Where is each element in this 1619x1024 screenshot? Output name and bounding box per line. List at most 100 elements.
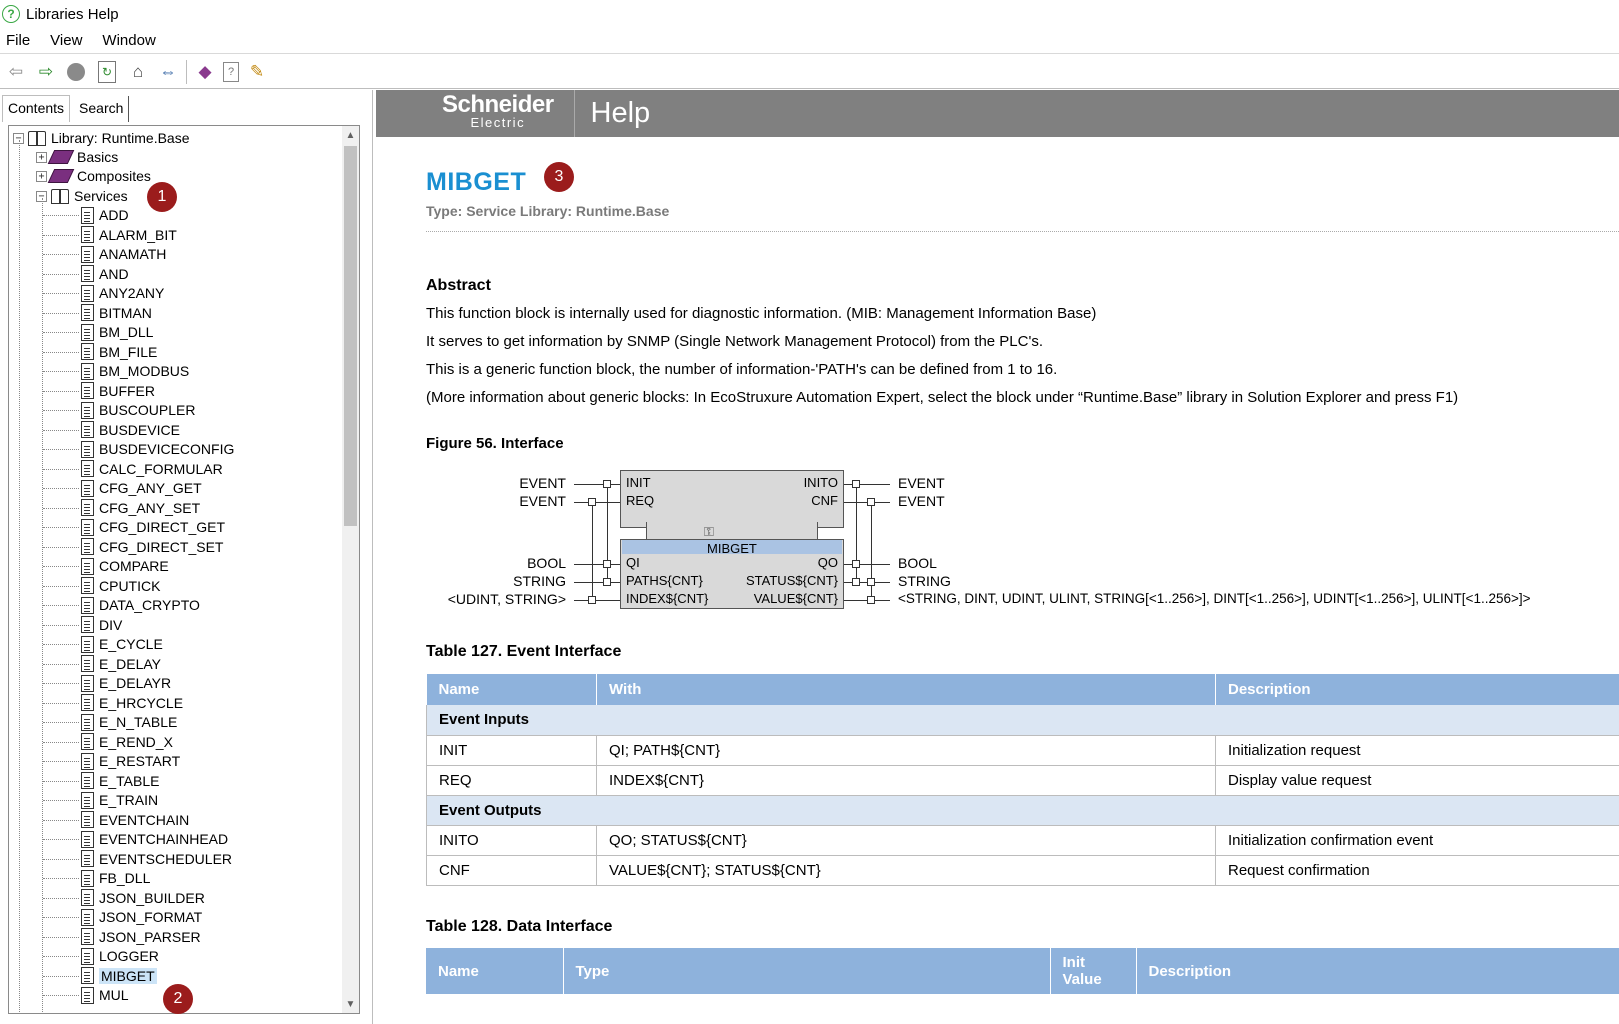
tree-item[interactable]: EVENTCHAIN (81, 810, 189, 830)
page-icon (81, 772, 94, 789)
tree-connector (43, 605, 79, 606)
page-icon (81, 538, 94, 555)
tree-item[interactable]: BM_DLL (81, 322, 153, 342)
table-cell: REQ (426, 765, 597, 796)
tree-scrollbar[interactable]: ▲ ▼ (342, 126, 359, 1013)
tree-folder-services[interactable]: − Services (36, 186, 128, 206)
tree-item-label: BM_DLL (99, 324, 154, 340)
refresh-icon[interactable]: ↻ (98, 60, 116, 83)
tree-item[interactable]: BUSDEVICECONFIG (81, 439, 234, 459)
tree-item[interactable]: BM_MODBUS (81, 361, 189, 381)
navigation-pane: Contents Search − Library: Runtime.Base … (0, 90, 373, 1024)
tree-item[interactable]: JSON_PARSER (81, 927, 201, 947)
tree-item-label: COMPARE (99, 558, 169, 574)
tree-item[interactable]: E_N_TABLE (81, 712, 177, 732)
tree-connector (43, 839, 79, 840)
tree-item[interactable]: CALC_FORMULAR (81, 459, 223, 479)
page-icon (81, 440, 94, 458)
table-cell: INIT (426, 735, 597, 766)
help-question-icon: ? (2, 5, 20, 23)
with-line (607, 488, 608, 583)
tree-item-label: E_DELAY (99, 655, 161, 672)
tree-item-label: BUSDEVICECONFIG (99, 441, 235, 457)
table-cell: QI; PATH${CNT} (596, 735, 1216, 766)
tree-item[interactable]: E_REND_X (81, 732, 173, 752)
page-icon[interactable]: ? (223, 61, 239, 82)
tree-item[interactable]: BITMAN (81, 303, 152, 323)
scroll-thumb[interactable] (344, 146, 357, 526)
tree-connector (43, 858, 79, 860)
expand-icon[interactable]: + (36, 170, 47, 182)
tree-item[interactable]: DIV (81, 615, 122, 635)
stop-icon[interactable] (64, 60, 88, 84)
tree-item[interactable]: DATA_CRYPTO (81, 595, 200, 615)
tree-item[interactable]: CPUTICK (81, 576, 160, 596)
tree-item[interactable]: E_HRCYCLE (81, 693, 183, 713)
back-arrow-icon[interactable]: ⇦ (4, 60, 28, 84)
tree-item[interactable]: E_CYCLE (81, 634, 163, 654)
tree-item[interactable]: CFG_DIRECT_SET (81, 537, 223, 557)
tree-item[interactable]: ANY2ANY (81, 283, 164, 303)
tree-item[interactable]: BM_FILE (81, 342, 157, 362)
tab-contents[interactable]: Contents (2, 95, 71, 122)
tree-item-label: ADD (99, 207, 129, 223)
sync-icon[interactable]: ⇔ (156, 60, 180, 84)
data-pin (867, 596, 875, 604)
tree-item[interactable]: MUL (81, 985, 129, 1005)
book-icon[interactable]: ◆ (193, 60, 217, 84)
tree-item[interactable]: BUSCOUPLER (81, 400, 195, 420)
options-icon[interactable]: ✎ (245, 60, 269, 84)
tree-item[interactable]: CFG_ANY_SET (81, 498, 200, 518)
contents-tree[interactable]: − Library: Runtime.Base + Basics + Compo… (8, 125, 360, 1014)
closed-book-icon (47, 169, 75, 183)
tree-item-label: E_REND_X (99, 733, 173, 750)
tab-search[interactable]: Search (74, 96, 130, 122)
tree-item[interactable]: CFG_ANY_GET (81, 478, 202, 498)
tree-root[interactable]: − Library: Runtime.Base (13, 128, 190, 148)
menu-file[interactable]: File (6, 32, 30, 49)
fb-data-out-type: BOOL (898, 555, 937, 571)
tree-item[interactable]: E_DELAY (81, 654, 161, 674)
tree-connector (43, 254, 79, 255)
content-pane: Schneider Electric Help MIBGET 3 Type: S… (374, 90, 1619, 1024)
tree-item[interactable]: ADD (81, 205, 129, 225)
event-pin (588, 498, 596, 506)
tree-item[interactable]: CFG_DIRECT_GET (81, 517, 225, 537)
scroll-up-icon[interactable]: ▲ (342, 126, 359, 144)
menu-view[interactable]: View (50, 32, 82, 49)
home-icon[interactable]: ⌂ (126, 60, 150, 84)
tree-connector (43, 488, 79, 489)
table-header-row: Name Type Init Value Description (426, 948, 1619, 994)
tree-item[interactable]: MIBGET (81, 966, 157, 986)
tree-item[interactable]: E_TRAIN (81, 790, 158, 810)
forward-arrow-icon[interactable]: ⇨ (34, 60, 58, 84)
tree-item[interactable]: LOGGER (81, 946, 159, 966)
tree-item[interactable]: ALARM_BIT (81, 225, 177, 245)
tree-item[interactable]: EVENTSCHEDULER (81, 849, 232, 869)
tree-item[interactable]: JSON_BUILDER (81, 888, 205, 908)
tree-item[interactable]: FB_DLL (81, 868, 150, 888)
tree-item[interactable]: ANAMATH (81, 244, 166, 264)
tree-item[interactable]: JSON_FORMAT (81, 907, 202, 927)
table-row: INITO QO; STATUS${CNT} Initialization co… (426, 825, 1619, 856)
tree-item[interactable]: E_TABLE (81, 771, 159, 791)
tree-item[interactable]: E_DELAYR (81, 673, 171, 693)
annotation-badge-3: 3 (544, 162, 574, 192)
tree-folder-basics[interactable]: + Basics (36, 147, 118, 167)
tree-item[interactable]: E_RESTART (81, 751, 180, 771)
menu-window[interactable]: Window (102, 32, 155, 49)
tree-item-label: BUFFER (99, 382, 155, 399)
scroll-down-icon[interactable]: ▼ (342, 995, 359, 1013)
tree-item-label: E_CYCLE (99, 636, 163, 652)
tree-folder-composites[interactable]: + Composites (36, 166, 151, 186)
tree-item[interactable]: COMPARE (81, 556, 169, 576)
tree-item[interactable]: EVENTCHAINHEAD (81, 829, 228, 849)
page-icon (81, 401, 94, 419)
tree-connector (43, 449, 79, 450)
tree-item[interactable]: BUSDEVICE (81, 420, 180, 440)
fb-data-in: INDEX${CNT} (626, 591, 709, 606)
page-icon (81, 791, 94, 809)
tree-item[interactable]: BUFFER (81, 381, 155, 401)
tree-item[interactable]: AND (81, 264, 129, 284)
expand-icon[interactable]: + (36, 151, 47, 163)
